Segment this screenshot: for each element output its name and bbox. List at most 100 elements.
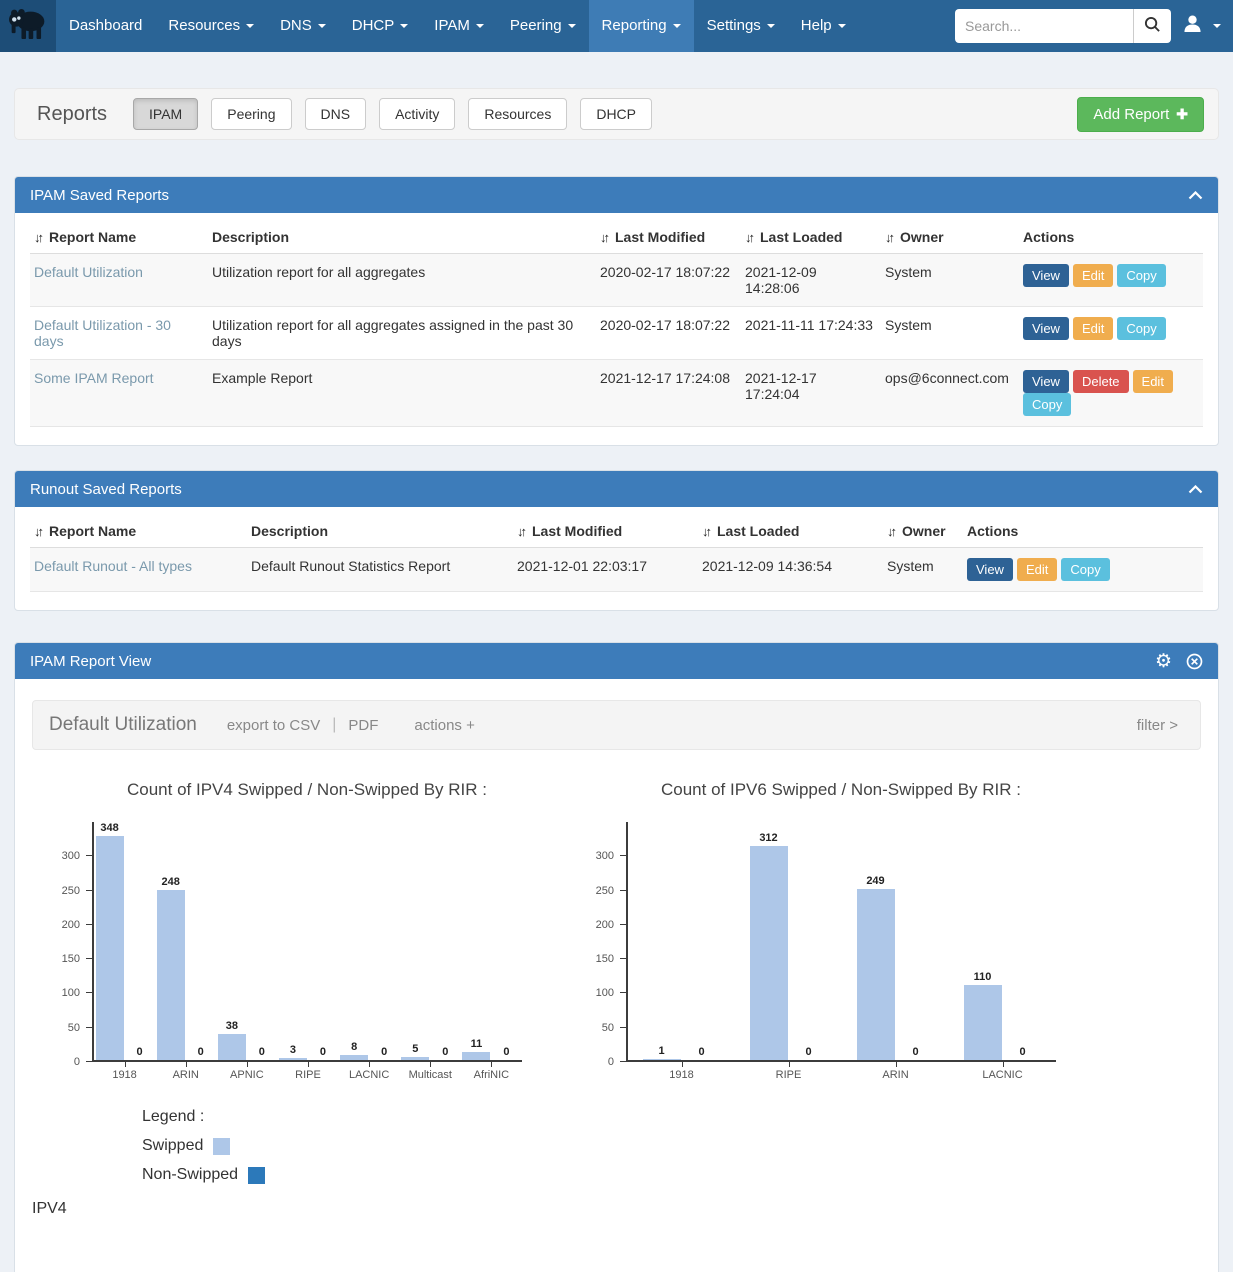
nav-item-reporting[interactable]: Reporting (589, 0, 694, 52)
x-tick-mark (186, 1062, 187, 1067)
bar-swipped (401, 1057, 429, 1060)
nav-item-label: Settings (707, 0, 761, 52)
filter-link[interactable]: filter > (1137, 717, 1178, 734)
chevron-down-icon (767, 24, 775, 28)
report-name-link[interactable]: Default Utilization - 30 days (34, 317, 171, 349)
runout-saved-reports-panel: Runout Saved Reports ↓↑Report NameDescri… (14, 470, 1219, 611)
last-modified-cell: 2021-12-17 17:24:08 (596, 360, 741, 427)
actions-cell: ViewEditCopy (1019, 254, 1203, 307)
bar-value-label: 0 (1019, 1046, 1025, 1058)
owner-cell: System (881, 254, 1019, 307)
ipam-saved-reports-panel: IPAM Saved Reports ↓↑Report NameDescript… (14, 176, 1219, 446)
collapse-chevron-up-icon[interactable] (1188, 485, 1203, 494)
gear-icon[interactable]: ⚙ (1155, 652, 1172, 671)
table-row: Default UtilizationUtilization report fo… (30, 254, 1203, 307)
last-loaded-cell: 2021-11-11 17:24:33 (741, 307, 881, 360)
copy-button[interactable]: Copy (1061, 558, 1109, 581)
view-button[interactable]: View (967, 558, 1013, 581)
view-button[interactable]: View (1023, 264, 1069, 287)
add-report-button[interactable]: Add Report ✚ (1077, 97, 1204, 132)
view-button[interactable]: View (1023, 370, 1069, 393)
nav-item-ipam[interactable]: IPAM (421, 0, 497, 52)
y-tick-label: 50 (68, 1022, 80, 1034)
sort-icon[interactable]: ↓↑ (887, 524, 894, 539)
column-header-report-name: ↓↑Report Name (30, 219, 208, 254)
table-header-row: ↓↑Report NameDescription↓↑Last Modified↓… (30, 219, 1203, 254)
edit-button[interactable]: Edit (1073, 264, 1113, 287)
export-csv-link[interactable]: export to CSV (227, 717, 320, 734)
bar-group-arin: 2480ARIN (157, 822, 215, 1060)
copy-button[interactable]: Copy (1023, 393, 1071, 416)
report-name-link[interactable]: Some IPAM Report (34, 370, 154, 386)
column-header-actions: Actions (1019, 219, 1203, 254)
sort-icon[interactable]: ↓↑ (745, 230, 752, 245)
bar-swipped (340, 1055, 368, 1060)
legend-item: Non-Swipped (142, 1166, 1203, 1184)
view-button[interactable]: View (1023, 317, 1069, 340)
y-tick-label: 200 (62, 919, 80, 931)
tab-dns[interactable]: DNS (305, 98, 367, 130)
tab-ipam[interactable]: IPAM (133, 98, 198, 130)
nav-item-dashboard[interactable]: Dashboard (56, 0, 155, 52)
y-tick-label: 0 (74, 1056, 80, 1068)
column-header-report-name: ↓↑Report Name (30, 513, 247, 548)
sort-icon[interactable]: ↓↑ (34, 524, 41, 539)
nav-item-resources[interactable]: Resources (155, 0, 267, 52)
actions-cell: ViewEditCopy (963, 548, 1203, 592)
sort-icon[interactable]: ↓↑ (702, 524, 709, 539)
edit-button[interactable]: Edit (1017, 558, 1057, 581)
chevron-down-icon (246, 24, 254, 28)
separator: | (332, 716, 336, 734)
export-pdf-link[interactable]: PDF (348, 717, 378, 734)
x-axis-label: ARIN (882, 1069, 908, 1081)
nav-item-dns[interactable]: DNS (267, 0, 339, 52)
actions-link[interactable]: actions + (414, 717, 474, 734)
copy-button[interactable]: Copy (1117, 317, 1165, 340)
owner-cell: ops@6connect.com (881, 360, 1019, 427)
column-label: Description (251, 523, 328, 539)
tab-dhcp[interactable]: DHCP (580, 98, 652, 130)
user-menu[interactable] (1183, 14, 1221, 38)
collapse-chevron-up-icon[interactable] (1188, 191, 1203, 200)
x-axis-label: 1918 (669, 1069, 693, 1081)
x-tick-mark (125, 1062, 126, 1067)
search-input[interactable] (955, 9, 1133, 43)
x-tick-mark (369, 1062, 370, 1067)
nav-item-settings[interactable]: Settings (694, 0, 788, 52)
sort-icon[interactable]: ↓↑ (34, 230, 41, 245)
tab-peering[interactable]: Peering (211, 98, 291, 130)
column-label: Description (212, 229, 289, 245)
description-cell: Example Report (208, 360, 596, 427)
sort-icon[interactable]: ↓↑ (885, 230, 892, 245)
edit-button[interactable]: Edit (1133, 370, 1173, 393)
bar-group-afrinic: 110AfriNIC (462, 822, 520, 1060)
legend-swatch (213, 1138, 230, 1155)
app-logo[interactable] (0, 0, 56, 52)
nav-item-dhcp[interactable]: DHCP (339, 0, 422, 52)
report-title: Default Utilization (49, 714, 197, 736)
column-header-last-modified: ↓↑Last Modified (513, 513, 698, 548)
report-name-link[interactable]: Default Runout - All types (34, 558, 192, 574)
section-label-ipv4: IPV4 (32, 1200, 1203, 1272)
chart-title: Count of IPV6 Swipped / Non-Swipped By R… (580, 780, 1056, 800)
close-circle-icon[interactable] (1186, 653, 1203, 670)
nav-item-peering[interactable]: Peering (497, 0, 589, 52)
nav-item-help[interactable]: Help (788, 0, 859, 52)
bar-swipped (96, 836, 124, 1060)
tab-resources[interactable]: Resources (468, 98, 567, 130)
y-tick-label: 300 (62, 850, 80, 862)
sort-icon[interactable]: ↓↑ (517, 524, 524, 539)
sort-icon[interactable]: ↓↑ (600, 230, 607, 245)
copy-button[interactable]: Copy (1117, 264, 1165, 287)
column-label: Owner (902, 523, 946, 539)
report-view-toolbar: Default Utilization export to CSV | PDF … (32, 700, 1201, 750)
report-name-link[interactable]: Default Utilization (34, 264, 143, 280)
search-button[interactable] (1133, 9, 1171, 43)
bar-value-label: 110 (974, 971, 992, 983)
plot-area: 348019182480ARIN380APNIC30RIPE80LACNIC50… (92, 822, 522, 1062)
bar-value-label: 0 (912, 1046, 918, 1058)
tab-activity[interactable]: Activity (379, 98, 455, 130)
delete-button[interactable]: Delete (1073, 370, 1129, 393)
x-axis-label: AfriNIC (474, 1069, 509, 1081)
edit-button[interactable]: Edit (1073, 317, 1113, 340)
